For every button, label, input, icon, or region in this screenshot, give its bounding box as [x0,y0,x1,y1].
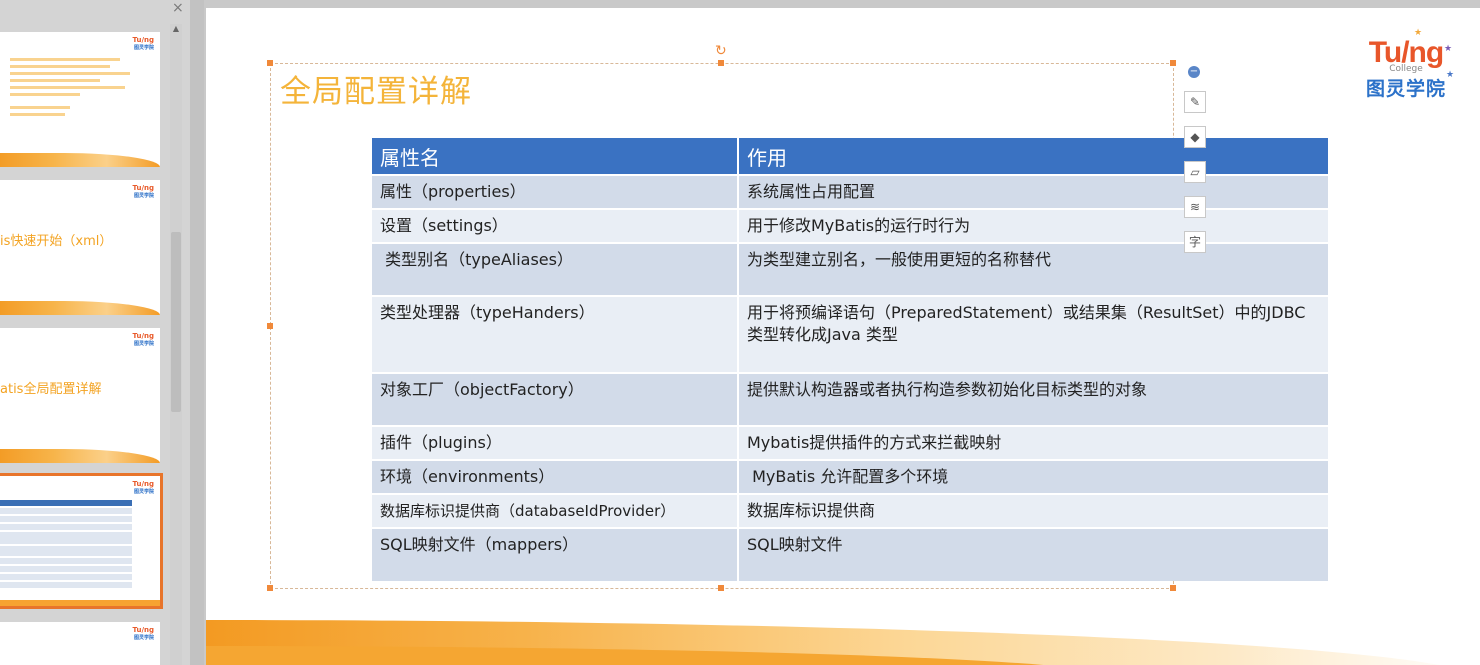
floating-toolbar: − ✎ ◆ ▱ ≋ 字 [1184,66,1208,266]
cell-name: 数据库标识提供商（databaseIdProvider） [372,493,739,528]
thumbnail-logo: Tu/ng 图灵学院 [132,480,154,495]
slide-thumbnail-3[interactable]: Tu/ng 图灵学院 atis全局配置详解 [0,328,160,463]
star-icon: ★ [1444,44,1453,54]
slide-thumbnail-1[interactable]: Tu/ng 图灵学院 [0,32,160,167]
panel-splitter[interactable] [190,0,204,665]
table-row: 对象工厂（objectFactory） 提供默认构造器或者执行构造参数初始化目标… [372,372,1330,426]
cell-desc: 系统属性占用配置 [738,174,1330,209]
thumbnail-logo: Tu/ng 图灵学院 [132,36,154,51]
header-property-name: 属性名 [372,138,739,175]
collapse-icon[interactable]: − [1188,66,1200,78]
resize-handle-top-left[interactable] [267,60,273,66]
thumbnail-wave [0,153,160,167]
brand-name-cn: 图灵学院 [1365,78,1446,100]
close-panel-icon[interactable]: × [172,0,184,16]
cell-name: 类型别名（typeAliases） [372,242,739,296]
star-icon: ★ [1414,28,1423,38]
table-row: SQL映射文件（mappers） SQL映射文件 [372,527,1330,581]
thumbnail-wave [0,301,160,315]
cell-desc: Mybatis提供插件的方式来拦截映射 [738,425,1330,460]
star-icon: ★ [1446,70,1455,80]
fill-color-icon[interactable]: ◆ [1184,126,1206,148]
thumbnail-mini-table [0,498,132,588]
thumbnail-logo: Tu/ng 图灵学院 [132,184,154,199]
cell-name: SQL映射文件（mappers） [372,527,739,581]
resize-handle-top[interactable] [718,60,724,66]
slide-canvas: ↻ 全局配置详解 属性名 作用 属性（properties） 系统属性占用配置 … [206,8,1480,665]
cell-name: 插件（plugins） [372,425,739,460]
slide-thumbnail-2[interactable]: Tu/ng 图灵学院 is快速开始（xml） [0,180,160,315]
thumbnail-title: atis全局配置详解 [0,382,102,397]
table-row: 类型处理器（typeHanders） 用于将预编译语句（PreparedStat… [372,295,1330,373]
thumbnail-wave [0,600,160,606]
cell-desc: 数据库标识提供商 [738,493,1330,528]
cell-desc: 用于修改MyBatis的运行时行为 [738,208,1330,243]
slide-title[interactable]: 全局配置详解 [280,66,472,111]
slide-thumbnail-panel: × Tu/ng 图灵学院 Tu/ng 图灵学院 is快速开始（xml） Tu/ng 图… [0,0,190,665]
thumbnail-title: is快速开始（xml） [0,234,113,249]
layers-icon[interactable]: ≋ [1184,196,1206,218]
cell-name: 环境（environments） [372,459,739,494]
thumbnail-logo: Tu/ng 图灵学院 [132,626,154,641]
resize-handle-top-right[interactable] [1170,60,1176,66]
cell-desc: SQL映射文件 [738,527,1330,581]
cell-name: 设置（settings） [372,208,739,243]
resize-handle-bottom-left[interactable] [267,585,273,591]
cell-name: 属性（properties） [372,174,739,209]
cell-desc: 为类型建立别名，一般使用更短的名称替代 [738,242,1330,296]
table-row: 插件（plugins） Mybatis提供插件的方式来拦截映射 [372,425,1330,460]
resize-handle-bottom-right[interactable] [1170,585,1176,591]
resize-handle-bottom[interactable] [718,585,724,591]
cell-desc: MyBatis 允许配置多个环境 [738,459,1330,494]
text-format-icon[interactable]: 字 [1184,231,1206,253]
resize-handle-left[interactable] [267,323,273,329]
header-purpose: 作用 [738,138,1330,175]
slide-thumbnail-5[interactable]: Tu/ng 图灵学院 [0,622,160,665]
table-row: 环境（environments） MyBatis 允许配置多个环境 [372,459,1330,494]
edit-shape-icon[interactable]: ✎ [1184,91,1206,113]
rotate-handle-icon[interactable]: ↻ [715,43,727,59]
slide-thumbnail-4-selected[interactable]: Tu/ng 图灵学院 [0,473,163,609]
scroll-up-arrow-icon[interactable]: ▲ [170,24,182,36]
outline-icon[interactable]: ▱ [1184,161,1206,183]
thumbnail-scrollbar-thumb[interactable] [171,232,181,412]
cell-name: 对象工厂（objectFactory） [372,372,739,426]
brand-logo: ★ ★ ★ Tu/ng College 图灵学院 [1356,28,1456,101]
thumbnail-wave [0,449,160,463]
cell-name: 类型处理器（typeHanders） [372,295,739,373]
cell-desc: 用于将预编译语句（PreparedStatement）或结果集（ResultSe… [738,295,1330,373]
thumbnail-logo: Tu/ng 图灵学院 [132,332,154,347]
table-row: 数据库标识提供商（databaseIdProvider） 数据库标识提供商 [372,493,1330,528]
cell-desc: 提供默认构造器或者执行构造参数初始化目标类型的对象 [738,372,1330,426]
